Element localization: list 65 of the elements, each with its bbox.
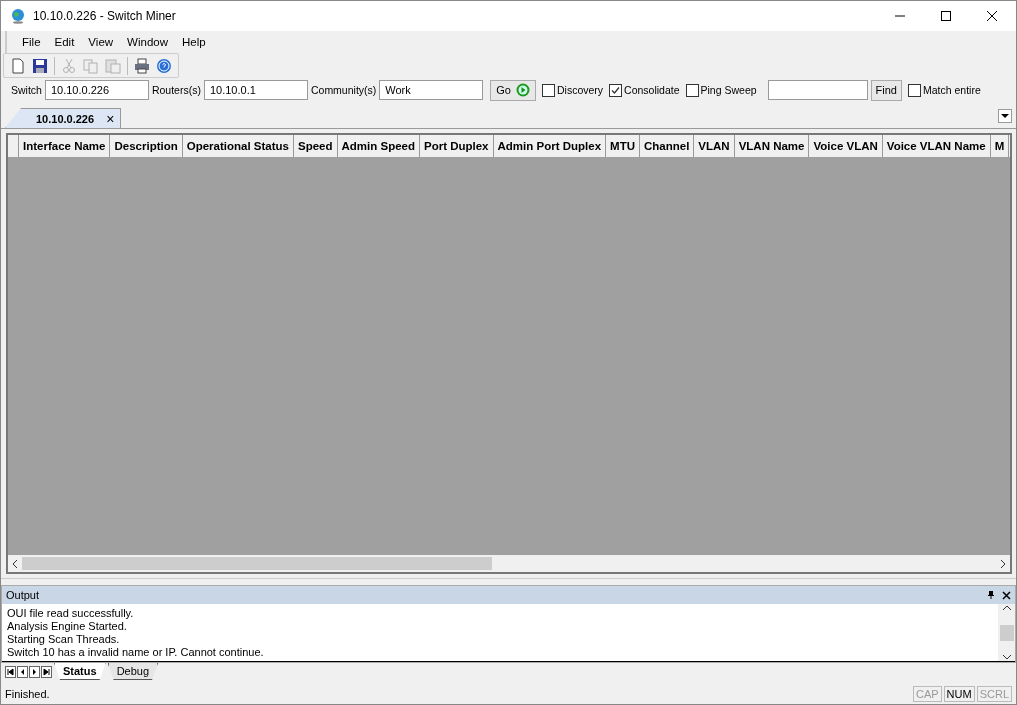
skip-icon[interactable]	[41, 666, 52, 678]
output-line: Analysis Engine Started.	[7, 620, 128, 633]
column-header[interactable]: VLAN Name	[734, 135, 810, 157]
app-globe-icon	[10, 8, 26, 24]
column-header[interactable]: Admin Speed	[337, 135, 420, 157]
menu-item[interactable]: File	[15, 36, 48, 48]
output-title: Output	[6, 589, 40, 601]
key-indicator: CAP	[912, 685, 942, 702]
column-header[interactable]: Channel	[639, 135, 695, 157]
checkbox[interactable]	[609, 83, 623, 97]
checkbox-label: Ping Sweep	[700, 84, 757, 96]
output-line: Switch 10 has a invalid name or IP. Cannot continue.	[7, 646, 265, 659]
checkbox-label: Match entire	[923, 84, 981, 96]
document-icon[interactable]	[10, 57, 26, 74]
document-tab[interactable]: 10.10.0.226 ×	[5, 108, 122, 128]
output-tab[interactable]: Debug	[107, 663, 159, 680]
key-indicator: NUM	[943, 685, 975, 702]
column-header[interactable]: Operational Status	[182, 135, 294, 157]
checkbox[interactable]	[542, 83, 555, 97]
column-header[interactable]: Voice VLAN	[809, 135, 883, 157]
community-field[interactable]: Work	[379, 80, 484, 100]
output-line: OUI file read successfully.	[7, 607, 135, 620]
maximize-icon[interactable]	[940, 10, 952, 22]
column-header[interactable]: Description	[110, 135, 183, 157]
scroll-up-icon[interactable]	[1001, 604, 1012, 612]
scroll-down-icon[interactable]	[1001, 653, 1012, 661]
horizontal-scrollbar[interactable]	[8, 555, 1010, 572]
checkbox-label: Discovery	[557, 84, 604, 96]
go-button[interactable]: Go	[490, 79, 536, 101]
close-icon[interactable]	[1002, 590, 1011, 600]
close-tab-icon[interactable]: ×	[106, 110, 115, 127]
checkbox[interactable]	[685, 83, 699, 97]
column-header[interactable]: VLAN	[694, 135, 735, 157]
column-header[interactable]: Speed	[294, 135, 338, 157]
routers-label: Routers(s)	[151, 84, 201, 96]
column-header[interactable]: MTU	[606, 135, 640, 157]
community-label: Community(s)	[310, 84, 377, 96]
menu-item[interactable]: Edit	[47, 36, 82, 48]
key-indicator: SCRL	[976, 685, 1012, 702]
switch-field[interactable]: 10.10.0.226	[44, 80, 149, 100]
play-icon	[516, 83, 530, 97]
help-icon[interactable]	[156, 57, 172, 74]
close-icon[interactable]	[986, 10, 998, 22]
checkbox[interactable]	[908, 83, 921, 97]
switch-label: Switch	[11, 84, 42, 96]
pin-icon[interactable]	[986, 590, 996, 600]
find-button[interactable]: Find	[870, 79, 902, 101]
output-tab[interactable]: Status	[54, 663, 106, 680]
column-header[interactable]: Admin Port Duplex	[493, 135, 607, 157]
column-header[interactable]: Port Duplex	[420, 135, 494, 157]
output-line: Starting Scan Threads.	[7, 633, 121, 646]
menu-item[interactable]: Window	[120, 36, 175, 48]
column-header[interactable]: Voice VLAN Name	[882, 135, 991, 157]
menu-item[interactable]: View	[81, 36, 121, 48]
status-text: Finished.	[5, 687, 50, 700]
window-title: 10.10.0.226 - Switch Miner	[33, 9, 177, 23]
vertical-scrollbar[interactable]	[998, 604, 1015, 661]
routers-field[interactable]: 10.10.0.1	[203, 80, 308, 100]
menu-item[interactable]: Help	[175, 36, 213, 48]
column-header[interactable]: M	[990, 135, 1010, 157]
printer-icon[interactable]	[134, 57, 150, 74]
find-field[interactable]	[767, 80, 868, 100]
column-header[interactable]: Interface Name	[19, 135, 111, 157]
skip-icon[interactable]	[5, 666, 16, 678]
checkbox-label: Consolidate	[624, 84, 680, 96]
